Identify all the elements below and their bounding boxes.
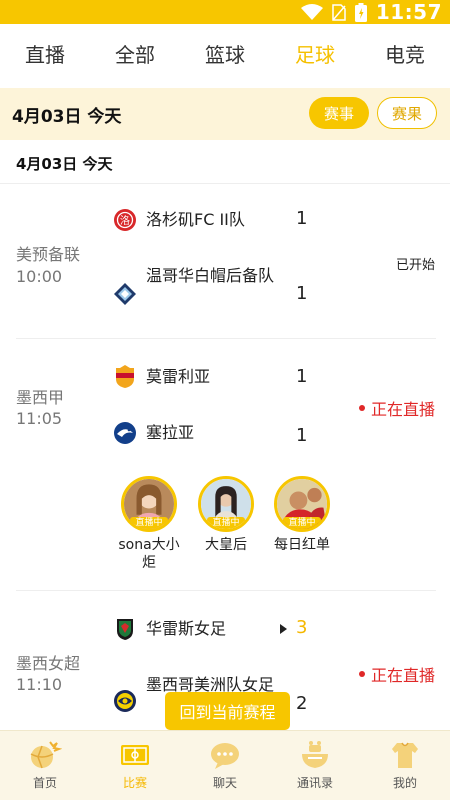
svg-text:洛: 洛 — [120, 214, 130, 227]
match-time: 10:00 — [16, 267, 63, 286]
home-team-name: 华雷斯女足 — [146, 619, 227, 638]
match-league: 墨西甲 — [16, 388, 65, 407]
match-icon — [121, 745, 149, 765]
home-score: 1 — [296, 366, 308, 387]
nav-label: 聊天 — [212, 776, 237, 790]
away-team-name: 塞拉亚 — [146, 423, 195, 442]
home-score: 1 — [296, 208, 308, 229]
divider — [16, 590, 436, 591]
chat-icon — [211, 743, 239, 769]
match-time: 11:05 — [16, 409, 63, 428]
live-tag: 直播中 — [207, 517, 245, 529]
live-dot-icon — [358, 671, 365, 677]
status-time: 11:57 — [375, 0, 442, 24]
home-score: 3 — [296, 617, 308, 638]
category-tabs: 直播 全部 篮球 足球 电竞 — [0, 24, 450, 82]
battery-icon — [354, 2, 367, 22]
sim-icon — [332, 3, 346, 21]
home-icon — [30, 741, 62, 769]
tab-football[interactable]: 足球 — [270, 24, 360, 82]
nav-home[interactable]: 首页 — [0, 731, 90, 800]
avatar[interactable]: 直播中 — [198, 476, 254, 532]
away-score: 2 — [296, 693, 308, 714]
team-logo-icon — [117, 619, 133, 640]
day-header: 4月03日 今天 — [0, 142, 450, 184]
date-bar-text[interactable]: 4月03日 今天 — [12, 102, 121, 127]
nav-match[interactable]: 比赛 — [90, 731, 180, 800]
match-league: 墨西女超 — [16, 654, 81, 673]
match-status: 已开始 — [395, 258, 435, 273]
tab-esports[interactable]: 电竞 — [360, 24, 450, 82]
match-league: 美预备联 — [16, 245, 81, 264]
match-status: 正在直播 — [358, 396, 435, 420]
day-header-text: 4月03日 今天 — [16, 155, 113, 173]
away-score: 1 — [296, 425, 308, 446]
wifi-icon — [300, 4, 323, 20]
live-status-label: 正在直播 — [370, 666, 435, 685]
team-logo-icon — [114, 283, 136, 305]
home-team-name: 莫雷利亚 — [146, 367, 211, 386]
match-status: 正在直播 — [358, 662, 435, 686]
live-tag: 直播中 — [283, 517, 321, 529]
results-button[interactable]: 赛果 — [377, 97, 437, 129]
home-team-name: 洛杉矶FC II队 — [146, 210, 245, 229]
away-score: 1 — [296, 283, 308, 304]
play-arrow-icon — [280, 624, 287, 634]
contacts-icon — [302, 741, 328, 768]
events-button[interactable]: 赛事 — [309, 97, 369, 129]
team-logo-icon — [116, 365, 134, 388]
nav-label: 通讯录 — [296, 776, 333, 790]
avatar[interactable]: 直播中 — [121, 476, 177, 532]
nav-label: 比赛 — [122, 776, 147, 790]
match-time: 11:10 — [16, 675, 63, 694]
bottom-nav: 首页 比赛 聊天 通讯录 我的 — [0, 730, 450, 800]
live-dot-icon — [358, 405, 365, 411]
live-tag: 直播中 — [130, 517, 168, 529]
tab-basketball[interactable]: 篮球 — [180, 24, 270, 82]
tab-all[interactable]: 全部 — [90, 24, 180, 82]
status-bar: 11:57 — [0, 0, 450, 24]
divider — [16, 338, 436, 339]
live-status-label: 正在直播 — [370, 400, 435, 419]
nav-label: 首页 — [32, 776, 57, 790]
nav-chat[interactable]: 聊天 — [180, 731, 270, 800]
tab-live[interactable]: 直播 — [0, 24, 90, 82]
away-team-name: 温哥华白帽后备队 — [146, 266, 275, 285]
streamer-card[interactable]: 直播中 每日红单 — [270, 476, 334, 554]
team-logo-icon: 洛 — [114, 209, 136, 231]
streamer-name: sona大小炬 — [118, 537, 180, 571]
nav-profile[interactable]: 我的 — [360, 731, 450, 800]
streamer-name: 每日红单 — [274, 537, 330, 553]
nav-label: 我的 — [392, 776, 417, 790]
team-logo-icon — [114, 422, 136, 444]
nav-contacts[interactable]: 通讯录 — [270, 731, 360, 800]
team-logo-icon — [114, 690, 136, 712]
back-to-current-button[interactable]: 回到当前赛程 — [165, 692, 290, 730]
streamer-card[interactable]: 直播中 sona大小炬 — [117, 476, 181, 572]
streamer-name: 大皇后 — [205, 537, 247, 553]
profile-icon — [392, 742, 418, 768]
streamer-card[interactable]: 直播中 大皇后 — [194, 476, 258, 554]
avatar[interactable]: 直播中 — [274, 476, 330, 532]
